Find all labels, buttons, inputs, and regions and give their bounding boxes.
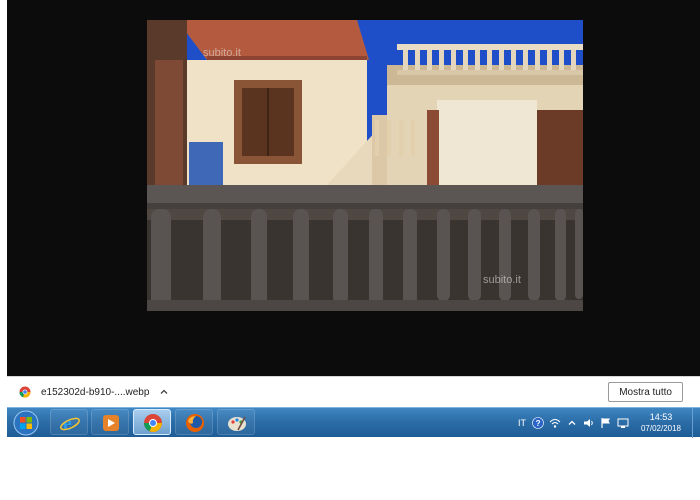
taskbar-paint[interactable]	[217, 409, 255, 435]
system-tray: IT ? 14:53 07/02/2018	[518, 408, 700, 438]
chevron-up-icon[interactable]	[159, 387, 169, 397]
house-photo: subito.it subito.it	[147, 20, 583, 311]
paint-icon	[228, 416, 246, 431]
language-indicator[interactable]: IT	[518, 418, 526, 428]
watermark-bottom: subito.it	[483, 274, 521, 286]
taskbar-media-player[interactable]	[91, 409, 129, 435]
image-viewer: subito.it subito.it	[7, 0, 700, 376]
chrome-icon	[144, 414, 162, 433]
clock[interactable]: 14:53 07/02/2018	[636, 412, 686, 434]
network-icon[interactable]	[549, 417, 561, 429]
taskbar-internet-explorer[interactable]: e	[50, 409, 88, 435]
chevron-up-icon[interactable]	[566, 417, 578, 429]
download-file-name: e152302d-b910-....webp	[41, 386, 150, 398]
taskbar: e IT ? 14:53 07/02/2018	[7, 407, 700, 438]
show-all-button[interactable]: Mostra tutto	[608, 382, 683, 402]
chrome-icon	[19, 386, 31, 398]
show-desktop-button[interactable]	[692, 408, 700, 438]
media-player-icon	[103, 415, 119, 431]
watermark-top: subito.it	[203, 47, 241, 59]
clock-date: 07/02/2018	[640, 424, 682, 433]
internet-explorer-icon: e	[60, 413, 80, 433]
help-icon[interactable]: ?	[532, 417, 544, 429]
download-bar: e152302d-b910-....webp Mostra tutto	[7, 376, 700, 407]
volume-icon[interactable]	[583, 417, 595, 429]
download-item[interactable]: e152302d-b910-....webp	[19, 382, 169, 402]
flag-icon[interactable]	[600, 417, 612, 429]
clock-time: 14:53	[649, 412, 673, 422]
svg-text:?: ?	[536, 419, 541, 428]
taskbar-firefox[interactable]	[175, 409, 213, 435]
taskbar-chrome[interactable]	[133, 409, 171, 435]
monitor-icon[interactable]	[617, 417, 629, 429]
windows-start-icon[interactable]	[10, 409, 42, 437]
firefox-icon	[186, 414, 204, 432]
